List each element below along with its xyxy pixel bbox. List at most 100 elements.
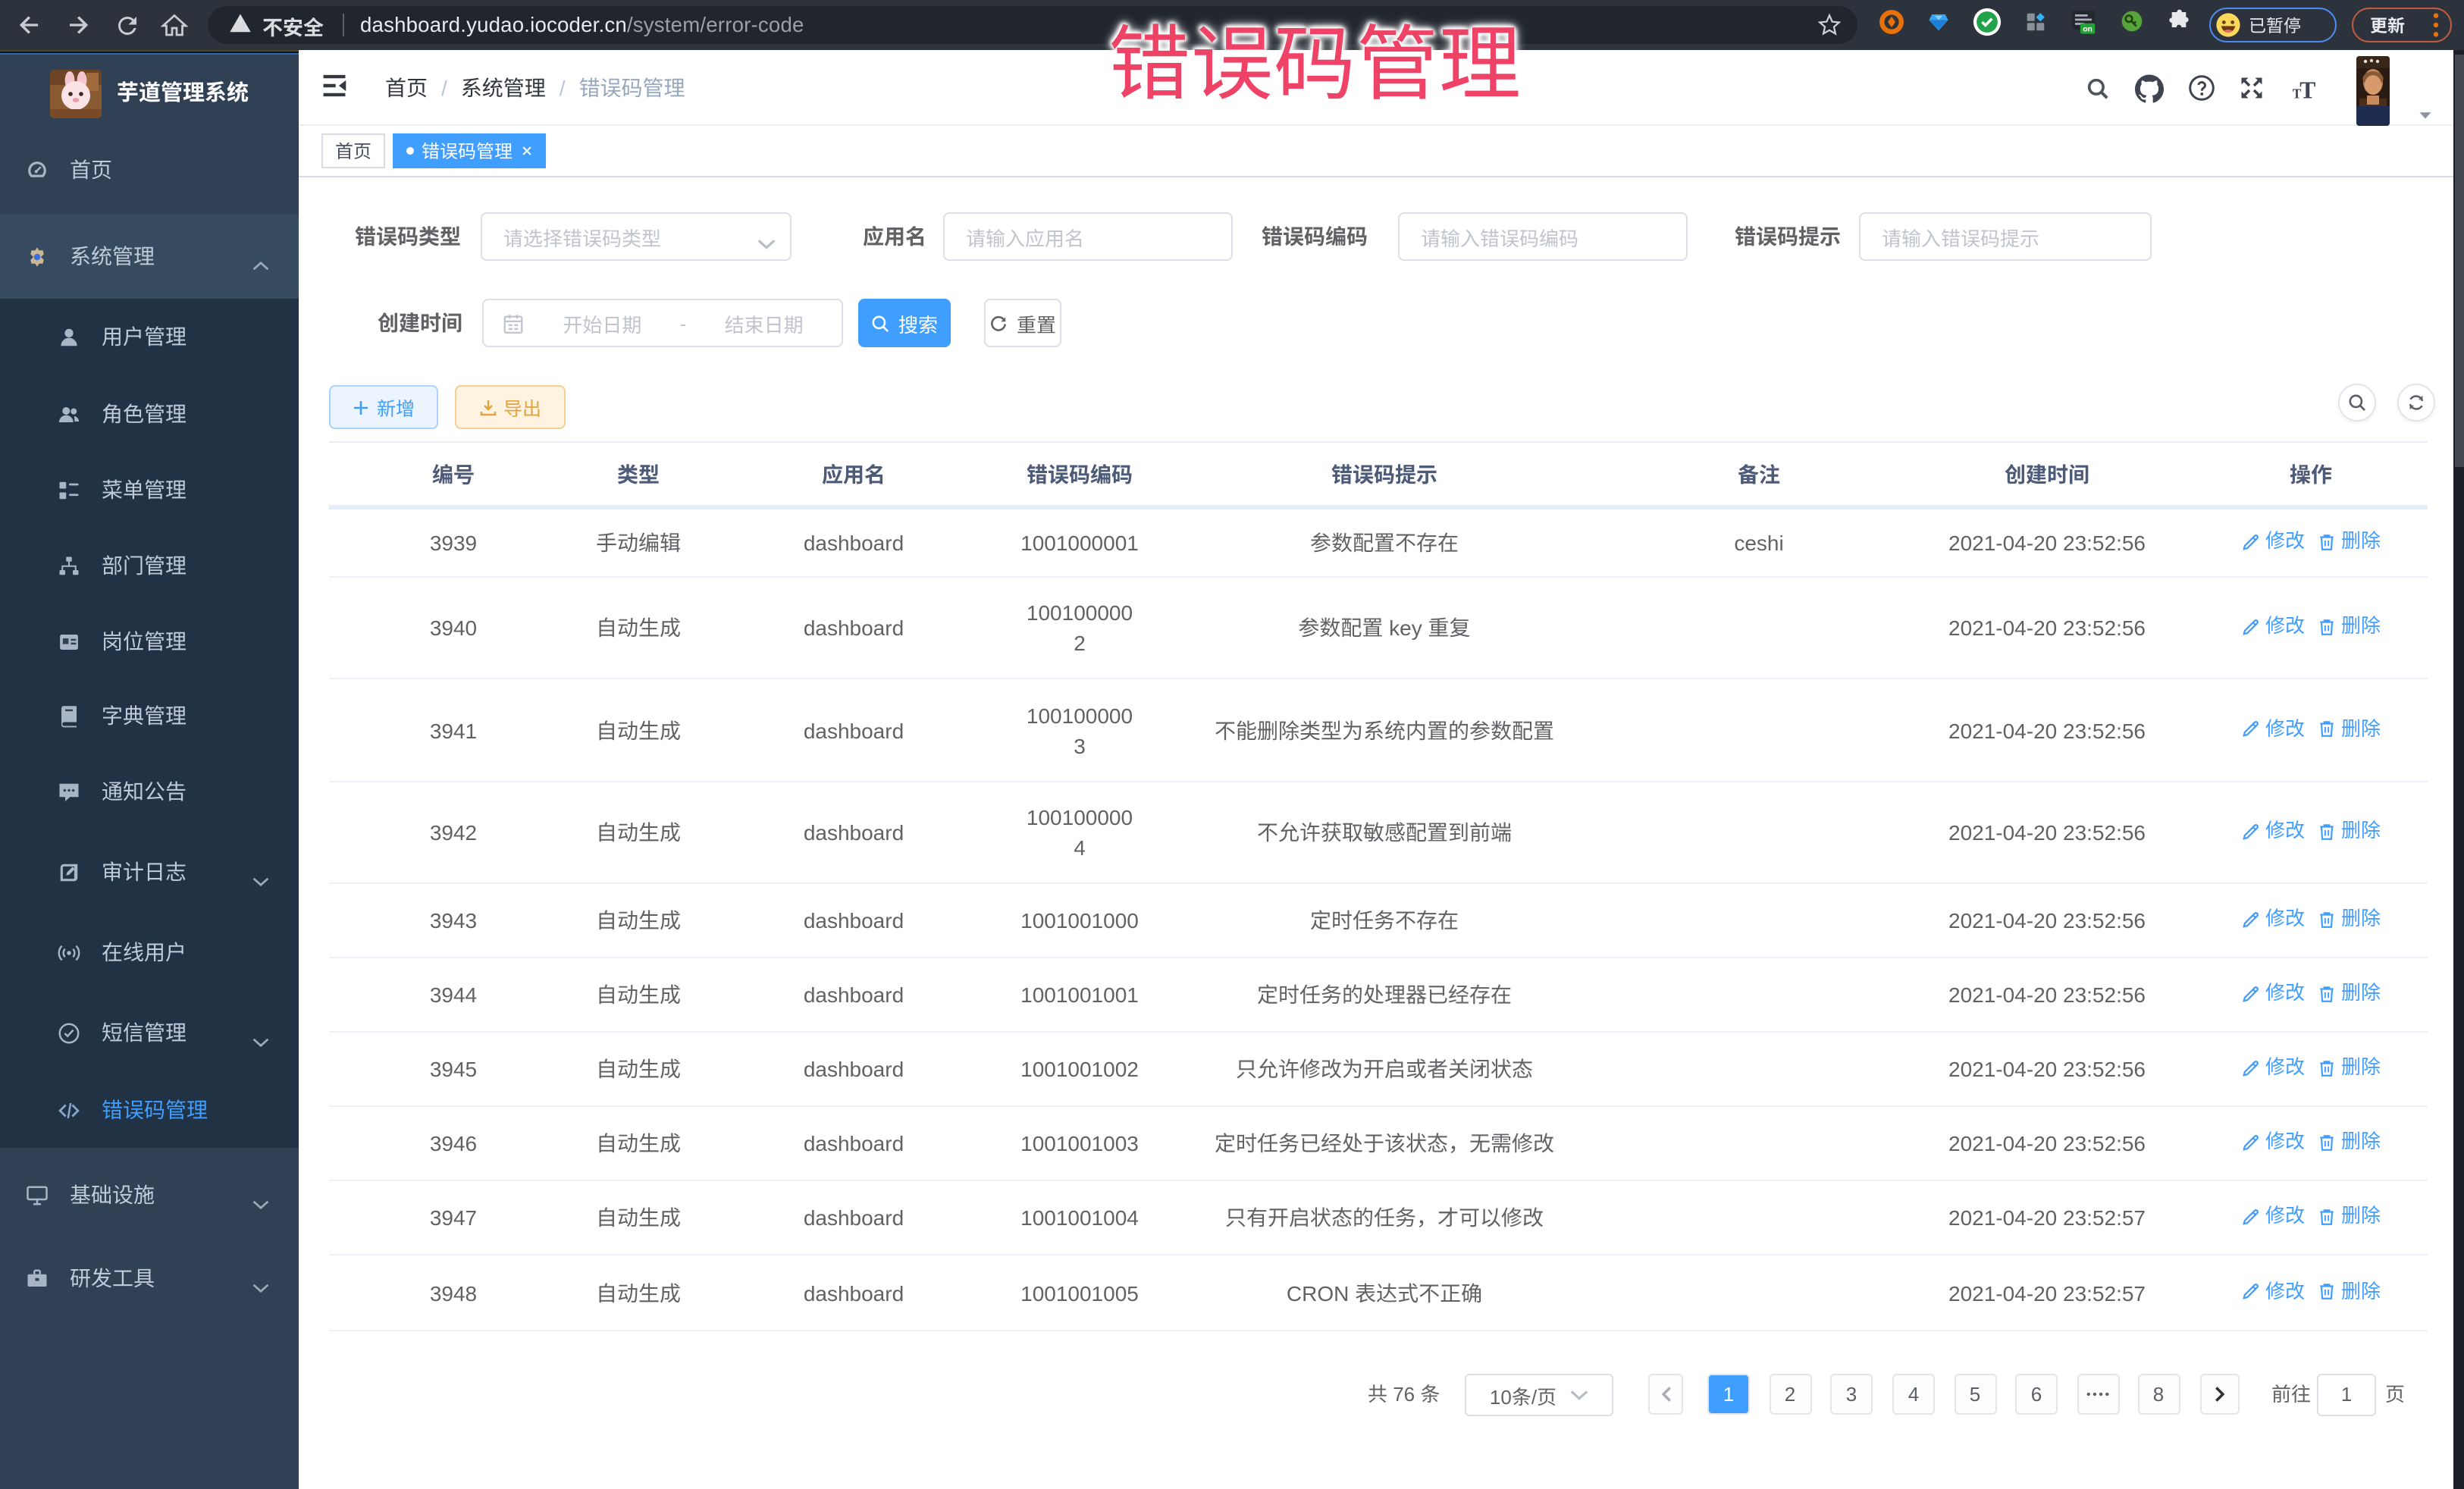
sidebar-item-6[interactable]: 岗位管理: [0, 603, 299, 679]
cell-actions: 修改删除: [2194, 883, 2428, 958]
page-button-8[interactable]: 8: [2137, 1373, 2180, 1414]
next-page-button[interactable]: [2200, 1373, 2240, 1414]
delete-link[interactable]: 删除: [2317, 527, 2381, 557]
delete-icon: [2317, 1207, 2337, 1227]
extension-puzzle-icon[interactable]: [2167, 9, 2191, 41]
cell-app: dashboard: [699, 958, 1008, 1032]
browser-refresh-button[interactable]: [112, 11, 141, 39]
page-button-2[interactable]: 2: [1769, 1373, 1811, 1414]
svg-text:on: on: [2083, 25, 2093, 33]
sidebar-item-14[interactable]: 研发工具: [0, 1236, 299, 1321]
extension-orange-icon[interactable]: [1879, 8, 1904, 42]
sidebar-item-10[interactable]: 在线用户: [0, 914, 299, 990]
page-scrollbar[interactable]: [2453, 50, 2464, 1489]
breadcrumb-item-1[interactable]: 系统管理: [461, 73, 546, 103]
edit-link[interactable]: 修改: [2241, 1277, 2305, 1307]
edit-link[interactable]: 修改: [2241, 714, 2305, 744]
sidebar-item-5[interactable]: 部门管理: [0, 528, 299, 603]
delete-link[interactable]: 删除: [2317, 817, 2381, 847]
delete-link[interactable]: 删除: [2317, 1277, 2381, 1307]
goto-unit-label: 页: [2385, 1374, 2405, 1416]
extension-key-icon[interactable]: [2120, 9, 2144, 41]
edit-link[interactable]: 修改: [2241, 527, 2305, 557]
page-button-6[interactable]: 6: [2015, 1373, 2058, 1414]
page-size-select[interactable]: 10条/页: [1465, 1374, 1613, 1416]
export-button[interactable]: 导出: [455, 385, 566, 429]
edit-link[interactable]: 修改: [2241, 817, 2305, 847]
sidebar-item-0[interactable]: 首页: [0, 127, 299, 212]
breadcrumb-separator: /: [560, 76, 566, 100]
edit-link[interactable]: 修改: [2241, 904, 2305, 935]
edit-link[interactable]: 修改: [2241, 1202, 2305, 1232]
extension-check-icon[interactable]: [1973, 7, 2002, 43]
delete-link[interactable]: 删除: [2317, 612, 2381, 642]
browser-home-button[interactable]: [159, 11, 188, 39]
delete-link[interactable]: 删除: [2317, 714, 2381, 744]
help-icon[interactable]: [2183, 50, 2220, 126]
github-icon[interactable]: [2130, 50, 2167, 126]
sidebar-item-12[interactable]: 错误码管理: [0, 1072, 299, 1148]
sidebar-item-8[interactable]: 通知公告: [0, 754, 299, 829]
search-input-3[interactable]: 请输入错误码提示: [1859, 212, 2152, 261]
sidebar-item-11[interactable]: 短信管理: [0, 995, 299, 1071]
extension-gem-icon[interactable]: [1927, 10, 1950, 40]
fullscreen-icon[interactable]: [2234, 50, 2270, 126]
kebab-menu-icon[interactable]: [2432, 12, 2440, 38]
hamburger-icon[interactable]: [321, 73, 349, 99]
breadcrumb-item-0[interactable]: 首页: [385, 73, 428, 103]
page-button-1[interactable]: 1: [1707, 1373, 1750, 1414]
header-search-icon[interactable]: [2079, 50, 2115, 126]
extension-list-icon[interactable]: on: [2070, 8, 2097, 42]
delete-link[interactable]: 删除: [2317, 904, 2381, 935]
extension-grid-icon[interactable]: [2024, 10, 2047, 40]
browser-back-button[interactable]: [15, 11, 44, 39]
edit-link[interactable]: 修改: [2241, 1127, 2305, 1158]
cell-msg: 定时任务已经处于该状态，无需修改: [1151, 1106, 1618, 1180]
delete-link[interactable]: 删除: [2317, 1127, 2381, 1158]
browser-forward-button[interactable]: [64, 11, 92, 39]
page-button-5[interactable]: 5: [1954, 1373, 1996, 1414]
refresh-table-button[interactable]: [2397, 384, 2435, 422]
sidebar-item-7[interactable]: 字典管理: [0, 678, 299, 754]
cell-msg: 参数配置不存在: [1151, 507, 1618, 577]
goto-page-input[interactable]: 1: [2317, 1374, 2376, 1416]
delete-link[interactable]: 删除: [2317, 979, 2381, 1009]
sidebar-item-13[interactable]: 基础设施: [0, 1152, 299, 1237]
page-button-4[interactable]: 4: [1892, 1373, 1935, 1414]
tag-1[interactable]: 错误码管理: [393, 133, 546, 168]
fontsize-icon[interactable]: TT: [2285, 50, 2321, 126]
user-avatar[interactable]: [2356, 56, 2390, 126]
edit-link[interactable]: 修改: [2241, 1053, 2305, 1083]
browser-update-button[interactable]: 更新: [2352, 8, 2452, 42]
cell-code: 1001001004: [1008, 1180, 1151, 1255]
address-bar[interactable]: 不安全 dashboard.yudao.iocoder.cn/system/er…: [208, 6, 1857, 44]
add-button[interactable]: 新增: [329, 385, 438, 429]
page-button-3[interactable]: 3: [1830, 1373, 1873, 1414]
search-button[interactable]: 搜索: [858, 299, 951, 347]
date-range-picker[interactable]: 开始日期 - 结束日期: [482, 299, 843, 347]
bookmark-star-icon[interactable]: [1817, 12, 1842, 45]
close-icon[interactable]: [522, 146, 532, 156]
cell-type: 手动编辑: [578, 507, 699, 577]
reset-button[interactable]: 重置: [984, 299, 1061, 347]
page-ellipsis[interactable]: [2077, 1373, 2119, 1414]
scrollbar-thumb[interactable]: [2454, 55, 2463, 467]
edit-link[interactable]: 修改: [2241, 612, 2305, 642]
delete-link[interactable]: 删除: [2317, 1053, 2381, 1083]
extension-icons: on: [1879, 0, 2191, 50]
tag-0[interactable]: 首页: [321, 133, 385, 168]
table-header-row: 编号类型应用名错误码编码错误码提示备注创建时间操作: [329, 442, 2428, 507]
sidebar-item-9[interactable]: 审计日志: [0, 834, 299, 910]
export-button-label: 导出: [503, 393, 541, 422]
delete-link[interactable]: 删除: [2317, 1202, 2381, 1232]
security-chip[interactable]: 不安全: [229, 10, 324, 40]
sidebar-item-4[interactable]: 菜单管理: [0, 452, 299, 528]
sidebar-item-3[interactable]: 角色管理: [0, 376, 299, 452]
emoji-icon: [2215, 12, 2241, 38]
edit-link[interactable]: 修改: [2241, 979, 2305, 1009]
extension-paused-chip[interactable]: 已暂停: [2209, 8, 2337, 42]
prev-page-button[interactable]: [1648, 1373, 1683, 1414]
caret-down-icon[interactable]: [2419, 100, 2432, 127]
sidebar-item-label: 字典管理: [102, 701, 187, 731]
toggle-search-button[interactable]: [2338, 384, 2376, 422]
